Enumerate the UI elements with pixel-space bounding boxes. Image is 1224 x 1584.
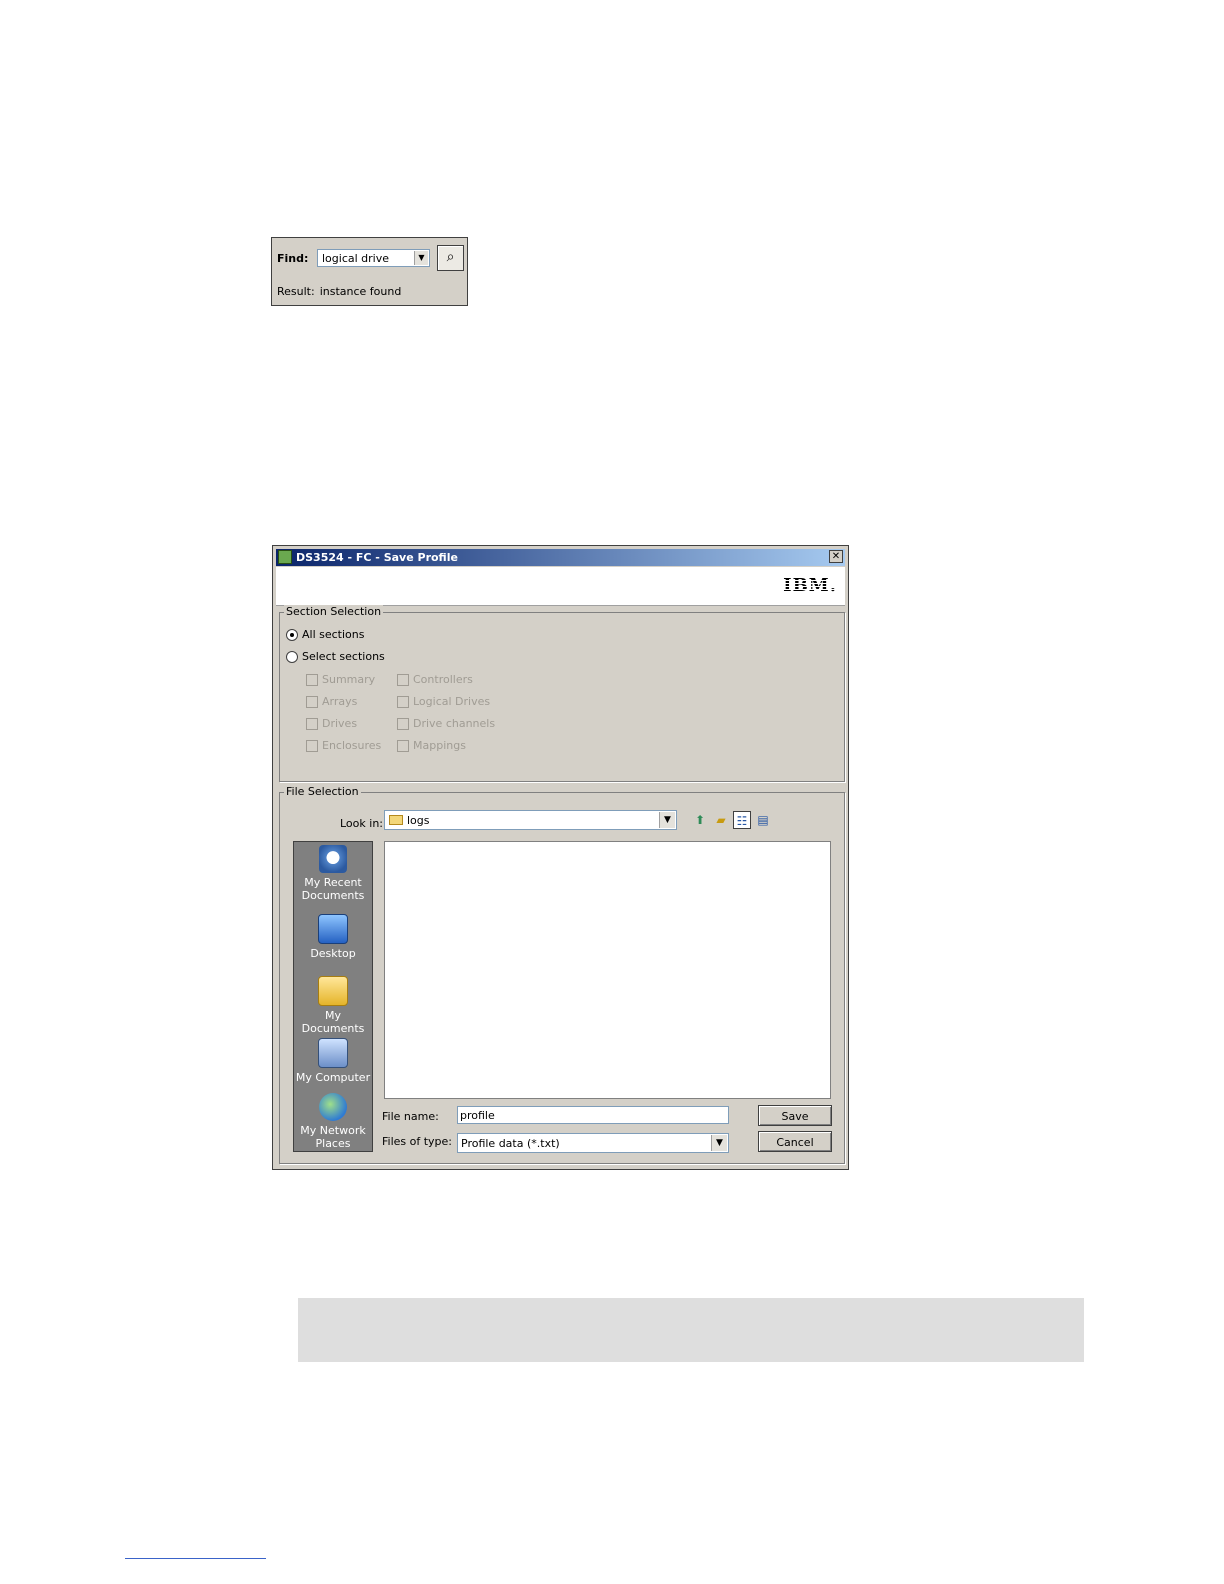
checkbox-box[interactable] — [306, 718, 318, 730]
checkbox-label: Drive channels — [413, 717, 496, 730]
close-button[interactable]: ✕ — [829, 550, 843, 563]
list-view-icon[interactable]: ☷ — [733, 811, 751, 829]
place-desktop[interactable]: Desktop — [294, 914, 372, 960]
radio-unselected-icon[interactable] — [286, 651, 298, 663]
find-combo[interactable]: logical drive ▼ — [317, 249, 430, 267]
checkbox-logical-drives[interactable]: Logical Drives — [397, 695, 490, 708]
place-my-documents[interactable]: My Documents — [294, 976, 372, 1035]
chevron-down-icon[interactable]: ▼ — [659, 812, 675, 828]
radio-all-label: All sections — [302, 628, 365, 641]
checkbox-box[interactable] — [397, 718, 409, 730]
checkbox-arrays[interactable]: Arrays — [306, 695, 357, 708]
my-documents-icon — [318, 976, 348, 1006]
file-name-input[interactable] — [457, 1106, 729, 1124]
checkbox-enclosures[interactable]: Enclosures — [306, 739, 381, 752]
checkbox-box[interactable] — [397, 674, 409, 686]
radio-select-sections[interactable]: Select sections — [286, 650, 385, 663]
files-of-type-label: Files of type: — [382, 1135, 453, 1148]
file-selection-group: File Selection Look in: logs ▼ ⬆ ▰ ☷ ▤ M… — [279, 785, 845, 1164]
new-folder-icon[interactable]: ▰ — [712, 811, 730, 829]
look-in-label: Look in: — [340, 817, 383, 830]
place-recent-documents[interactable]: My Recent Documents — [294, 845, 372, 902]
checkbox-mappings[interactable]: Mappings — [397, 739, 466, 752]
checkbox-label: Logical Drives — [413, 695, 491, 708]
files-of-type-value: Profile data (*.txt) — [461, 1137, 560, 1150]
find-combo-value: logical drive — [322, 252, 390, 265]
place-label: My Recent Documents — [301, 876, 365, 902]
find-panel: Find: logical drive ▼ ⌕ Result: instance … — [271, 237, 468, 306]
network-places-icon — [319, 1093, 347, 1121]
checkbox-label: Mappings — [413, 739, 466, 752]
checkbox-label: Drives — [322, 717, 358, 730]
find-binoculars-icon: ⌕ — [446, 249, 455, 265]
file-selection-legend: File Selection — [284, 785, 361, 798]
result-label: Result: — [277, 285, 315, 298]
places-bar: My Recent Documents Desktop My Documents… — [293, 841, 373, 1152]
checkbox-label: Enclosures — [322, 739, 382, 752]
ibm-logo: IBM. — [783, 575, 837, 596]
section-selection-legend: Section Selection — [284, 605, 384, 618]
look-in-combo[interactable]: logs ▼ — [384, 810, 677, 830]
checkbox-box[interactable] — [397, 696, 409, 708]
file-list[interactable] — [384, 841, 831, 1099]
checkbox-box[interactable] — [306, 696, 318, 708]
close-icon: ✕ — [831, 551, 841, 562]
radio-select-label: Select sections — [302, 650, 385, 663]
find-go-button[interactable]: ⌕ — [437, 245, 464, 271]
file-name-label: File name: — [382, 1110, 439, 1123]
checkbox-label: Arrays — [322, 695, 358, 708]
checkbox-box[interactable] — [306, 674, 318, 686]
footnote-rule — [125, 1558, 266, 1559]
save-button[interactable]: Save — [758, 1105, 832, 1126]
result-text: instance found — [319, 285, 402, 298]
result-row: Result: instance found — [277, 285, 401, 298]
place-my-computer[interactable]: My Computer — [294, 1038, 372, 1084]
desktop-icon — [318, 914, 348, 944]
chevron-down-icon[interactable]: ▼ — [711, 1135, 727, 1151]
title-bar[interactable]: DS3524 - FC - Save Profile ✕ — [276, 549, 845, 566]
checkbox-box[interactable] — [306, 740, 318, 752]
chevron-down-icon[interactable]: ▼ — [414, 251, 428, 265]
cancel-button[interactable]: Cancel — [758, 1131, 832, 1152]
place-label: Desktop — [310, 947, 356, 960]
checkbox-drives[interactable]: Drives — [306, 717, 357, 730]
note-box — [298, 1298, 1084, 1362]
place-label: My Documents — [301, 1009, 365, 1035]
place-label: My Network Places — [300, 1124, 366, 1150]
recent-documents-icon — [319, 845, 347, 873]
details-view-icon[interactable]: ▤ — [754, 811, 772, 829]
up-one-level-icon[interactable]: ⬆ — [691, 811, 709, 829]
checkbox-label: Controllers — [413, 673, 473, 686]
look-in-value: logs — [407, 814, 430, 827]
checkbox-box[interactable] — [397, 740, 409, 752]
my-computer-icon — [318, 1038, 348, 1068]
app-icon — [278, 550, 292, 564]
dialog-title: DS3524 - FC - Save Profile — [296, 551, 458, 564]
folder-icon — [389, 815, 403, 825]
save-profile-dialog: DS3524 - FC - Save Profile ✕ IBM. Sectio… — [272, 545, 849, 1170]
find-label: Find: — [277, 252, 309, 265]
checkbox-drive-channels[interactable]: Drive channels — [397, 717, 495, 730]
checkbox-label: Summary — [322, 673, 376, 686]
radio-selected-icon[interactable] — [286, 629, 298, 641]
files-of-type-combo[interactable]: Profile data (*.txt) ▼ — [457, 1133, 729, 1153]
checkbox-summary[interactable]: Summary — [306, 673, 375, 686]
banner: IBM. — [276, 567, 845, 606]
place-label: My Computer — [295, 1071, 371, 1084]
checkbox-controllers[interactable]: Controllers — [397, 673, 473, 686]
radio-all-sections[interactable]: All sections — [286, 628, 364, 641]
section-selection-group: Section Selection All sections Select se… — [279, 605, 845, 782]
place-network-places[interactable]: My Network Places — [294, 1093, 372, 1150]
